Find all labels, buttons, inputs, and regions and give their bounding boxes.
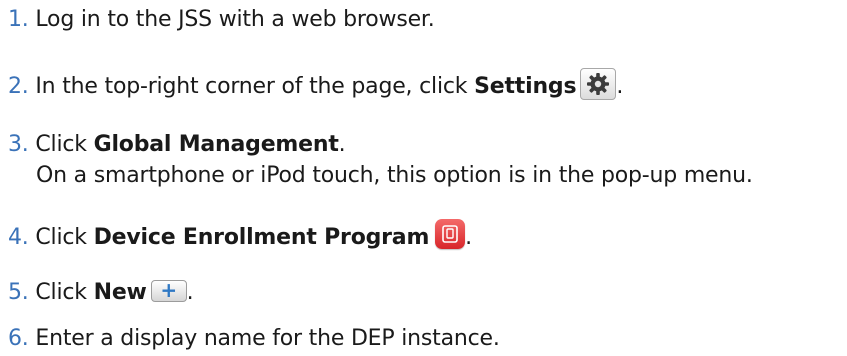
plus-glyph: + [160, 278, 177, 302]
step-number: 4. [8, 225, 29, 250]
step-3-note: On a smartphone or iPod touch, this opti… [36, 163, 753, 188]
step-period: . [338, 132, 346, 157]
gear-icon [580, 68, 617, 100]
step-1: 1. Log in to the JSS with a web browser. [8, 6, 435, 33]
step-text: Enter a display name for the DEP instanc… [35, 326, 500, 351]
step-text: Click [35, 132, 94, 157]
device-enrollment-icon [435, 219, 466, 249]
step-5: 5. Click New +. [8, 278, 194, 306]
step-text: Click [35, 280, 94, 305]
step-number: 2. [8, 74, 29, 99]
plus-icon: + [150, 278, 187, 302]
step-text: Log in to the JSS with a web browser. [35, 7, 435, 32]
step-number: 1. [8, 7, 29, 32]
step-period: . [465, 225, 472, 250]
step-number: 6. [8, 326, 29, 351]
step-text: In the top-right corner of the page, cli… [35, 74, 475, 99]
step-period: . [186, 280, 194, 305]
step-number: 3. [8, 132, 29, 157]
new-label: New [93, 280, 147, 305]
step-text: Click [35, 225, 94, 250]
step-4: 4. Click Device Enrollment Program. [8, 219, 472, 253]
step-3: 3. Click Global Management. [8, 131, 346, 158]
step-period: . [616, 74, 624, 99]
device-enrollment-program-label: Device Enrollment Program [93, 225, 430, 250]
global-management-label: Global Management [93, 132, 339, 157]
instruction-list: 1. Log in to the JSS with a web browser.… [0, 0, 847, 356]
settings-label: Settings [474, 74, 577, 99]
step-number: 5. [8, 280, 29, 305]
step-6: 6. Enter a display name for the DEP inst… [8, 325, 500, 352]
step-2: 2. In the top-right corner of the page, … [8, 68, 624, 103]
